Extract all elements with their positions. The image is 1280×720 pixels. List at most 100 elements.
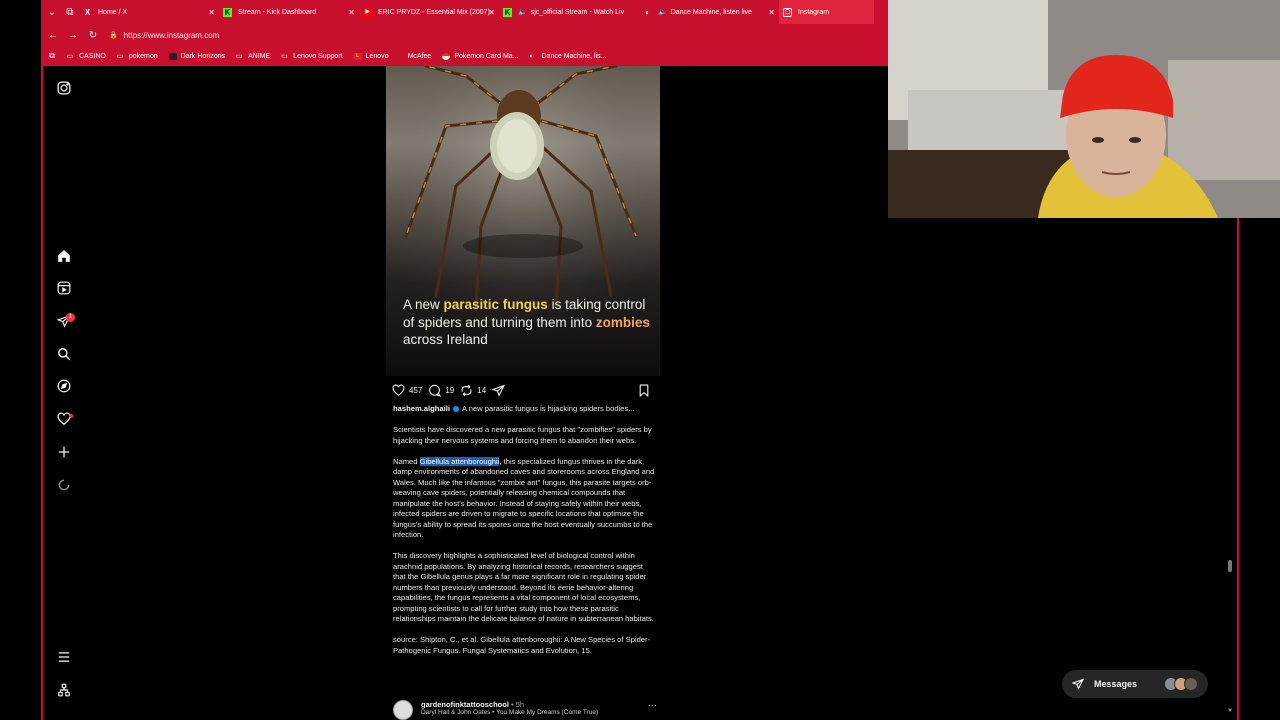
kick-logo-icon: K [223,7,232,17]
verified-icon [452,406,459,412]
bookmark-anime[interactable]: ▭ ANIME [236,53,270,60]
also-from-meta-icon[interactable] [56,682,72,698]
bookmark-mcafee[interactable]: McAfee [408,53,432,60]
x-logo-icon: X [84,7,91,17]
selected-text: Gibellula attenboroughii [419,456,500,466]
refresh-icon[interactable]: ↻ [83,24,103,46]
headline-text: A new [403,297,444,312]
comment-icon [429,384,442,397]
tab-dance-machine[interactable]: ◐ 🔈 Dance Machine, listen live ✕ [639,0,779,24]
save-button[interactable] [638,384,654,397]
close-icon[interactable]: ✕ [488,8,495,17]
scroll-down-arrow-icon[interactable]: ▼ [1227,708,1233,714]
next-post-audio[interactable]: Daryl Hall & John Oates • You Make My Dr… [421,709,648,716]
bookmark-pokemon-card[interactable]: Pokemon Card Ma... [442,52,519,60]
messages-button[interactable]: Messages [1062,670,1208,698]
caption-first-line: A new parasitic fungus is hijacking spid… [461,404,635,413]
bookmark-lenovo[interactable]: L Lenovo [353,52,389,60]
messages-avatars [1164,677,1198,691]
bookmark-lenovo-support[interactable]: ▭ Lenovo Support [281,53,342,60]
lenovo-icon: L [353,52,362,60]
folder-icon: ▭ [281,52,288,60]
back-icon[interactable]: ← [43,24,63,46]
scrollbar[interactable]: ▼ [1226,218,1234,718]
youtube-icon: ▶ [363,7,372,17]
next-post-time: • 5h [511,700,525,709]
bookmark-dance-machine[interactable]: ◐ Dance Machine, lis... [530,53,607,60]
tab-bar: ⌄ ⧉ X Home / X ✕ K Stream - Kick Dashboa… [43,0,888,24]
bookmark-pokemon[interactable]: ▭ pokemon [117,53,158,60]
speaker-icon: 🔈 [658,9,667,16]
like-count: 457 [409,385,423,395]
more-options-icon[interactable]: ··· [648,700,657,710]
bookmark-label: Dark Horizons [180,52,225,60]
tab-label: Instagram [798,8,830,16]
caption-source: source: Shipton, C., et al. Gibellula at… [393,635,651,655]
post-caption: hashem.alghaili A new parasitic fungus is… [393,404,657,667]
bookmark-label: McAfee [407,52,432,60]
address-bar: ← → ↻ 🔒 https://www.instagram.com [43,24,888,46]
tab-instagram[interactable]: ◯ Instagram [779,0,874,24]
share-button[interactable] [492,384,509,397]
tab-kick-dashboard[interactable]: K Stream - Kick Dashboard ✕ [219,0,359,24]
comment-button[interactable]: 19 [428,384,454,397]
caption-text: , this specialized fungus thrives in the… [393,456,655,540]
bookmark-label: ANIME [248,52,271,60]
tab-label: Dance Machine, listen live [670,8,753,16]
tab-home-x[interactable]: X Home / X ✕ [79,0,219,24]
bookmark-label: Pokemon Card Ma... [454,52,519,60]
url-text: https://www.instagram.com [123,30,220,40]
create-icon[interactable] [56,444,72,460]
messages-icon [1072,678,1084,690]
explore-icon[interactable] [56,378,72,394]
notification-badge: 1 [66,313,75,322]
post-image[interactable]: A new parasitic fungus is taking control… [386,66,660,376]
tab-label: sjc_official Stream - Watch Liv [530,8,625,16]
repost-button[interactable]: 14 [460,384,486,397]
scrollbar-thumb[interactable] [1228,560,1232,572]
reels-icon[interactable] [56,280,72,296]
next-post-header: gardenofinktattooschool • 5h Daryl Hall … [393,700,657,720]
search-icon[interactable] [56,346,72,362]
radio-icon: ◐ [529,52,534,60]
headline-highlight: parasitic fungus [443,297,548,312]
post-actions: 457 19 14 [392,383,656,397]
repost-count: 14 [477,385,487,395]
repost-icon [461,384,472,396]
tab-kick-stream[interactable]: K 🔈 sjc_official Stream - Watch Liv [499,0,639,24]
webcam-image [888,0,1280,218]
url-field[interactable]: 🔒 https://www.instagram.com [109,27,219,43]
speaker-icon: 🔈 [518,9,527,16]
forward-icon[interactable]: → [63,24,83,46]
close-icon[interactable]: ✕ [348,8,355,17]
caption-paragraph: Named Gibellula attenboroughii, this spe… [393,456,657,541]
close-icon[interactable]: ✕ [208,8,215,17]
workspaces-icon[interactable]: ⧉ [61,0,79,24]
tab-list-chevron-icon[interactable]: ⌄ [43,0,61,24]
close-icon[interactable]: ✕ [768,8,775,17]
post-headline: A new parasitic fungus is taking control… [403,296,653,349]
menu-icon[interactable] [56,649,72,665]
home-icon[interactable] [56,248,72,264]
activity-icon[interactable] [56,477,72,493]
post-username[interactable]: hashem.alghaili [393,404,450,413]
instagram-icon[interactable] [56,80,72,96]
tab-youtube[interactable]: ▶ ERIC PRYDZ - Essential Mix (2007) ✕ [359,0,499,24]
caption-paragraph: Scientists have discovered a new parasit… [393,425,652,445]
tab-label: ERIC PRYDZ - Essential Mix (2007) [378,8,490,16]
messages-label: Messages [1094,679,1138,689]
bookmark-icon [639,384,649,397]
avatar [1184,677,1198,691]
notification-dot [69,414,73,418]
caption-text: Named [393,456,420,466]
like-button[interactable]: 457 [392,383,423,397]
avatar[interactable] [393,700,413,720]
bookmarks-bar: ⧉ ▭ CASINO ▭ pokemon Dark Horizons ▭ ANIME … [43,46,888,66]
headline-highlight: zombies [595,314,650,330]
next-post-username[interactable]: gardenofinktattooschool [421,700,509,709]
bookmarks-toggle-icon[interactable]: ⧉ [43,51,61,61]
bookmark-casino[interactable]: ▭ CASINO [67,53,106,60]
headline-text: across Ireland [403,332,488,347]
kick-logo-icon: K [503,7,512,17]
bookmark-dark-horizons[interactable]: Dark Horizons [168,52,225,60]
